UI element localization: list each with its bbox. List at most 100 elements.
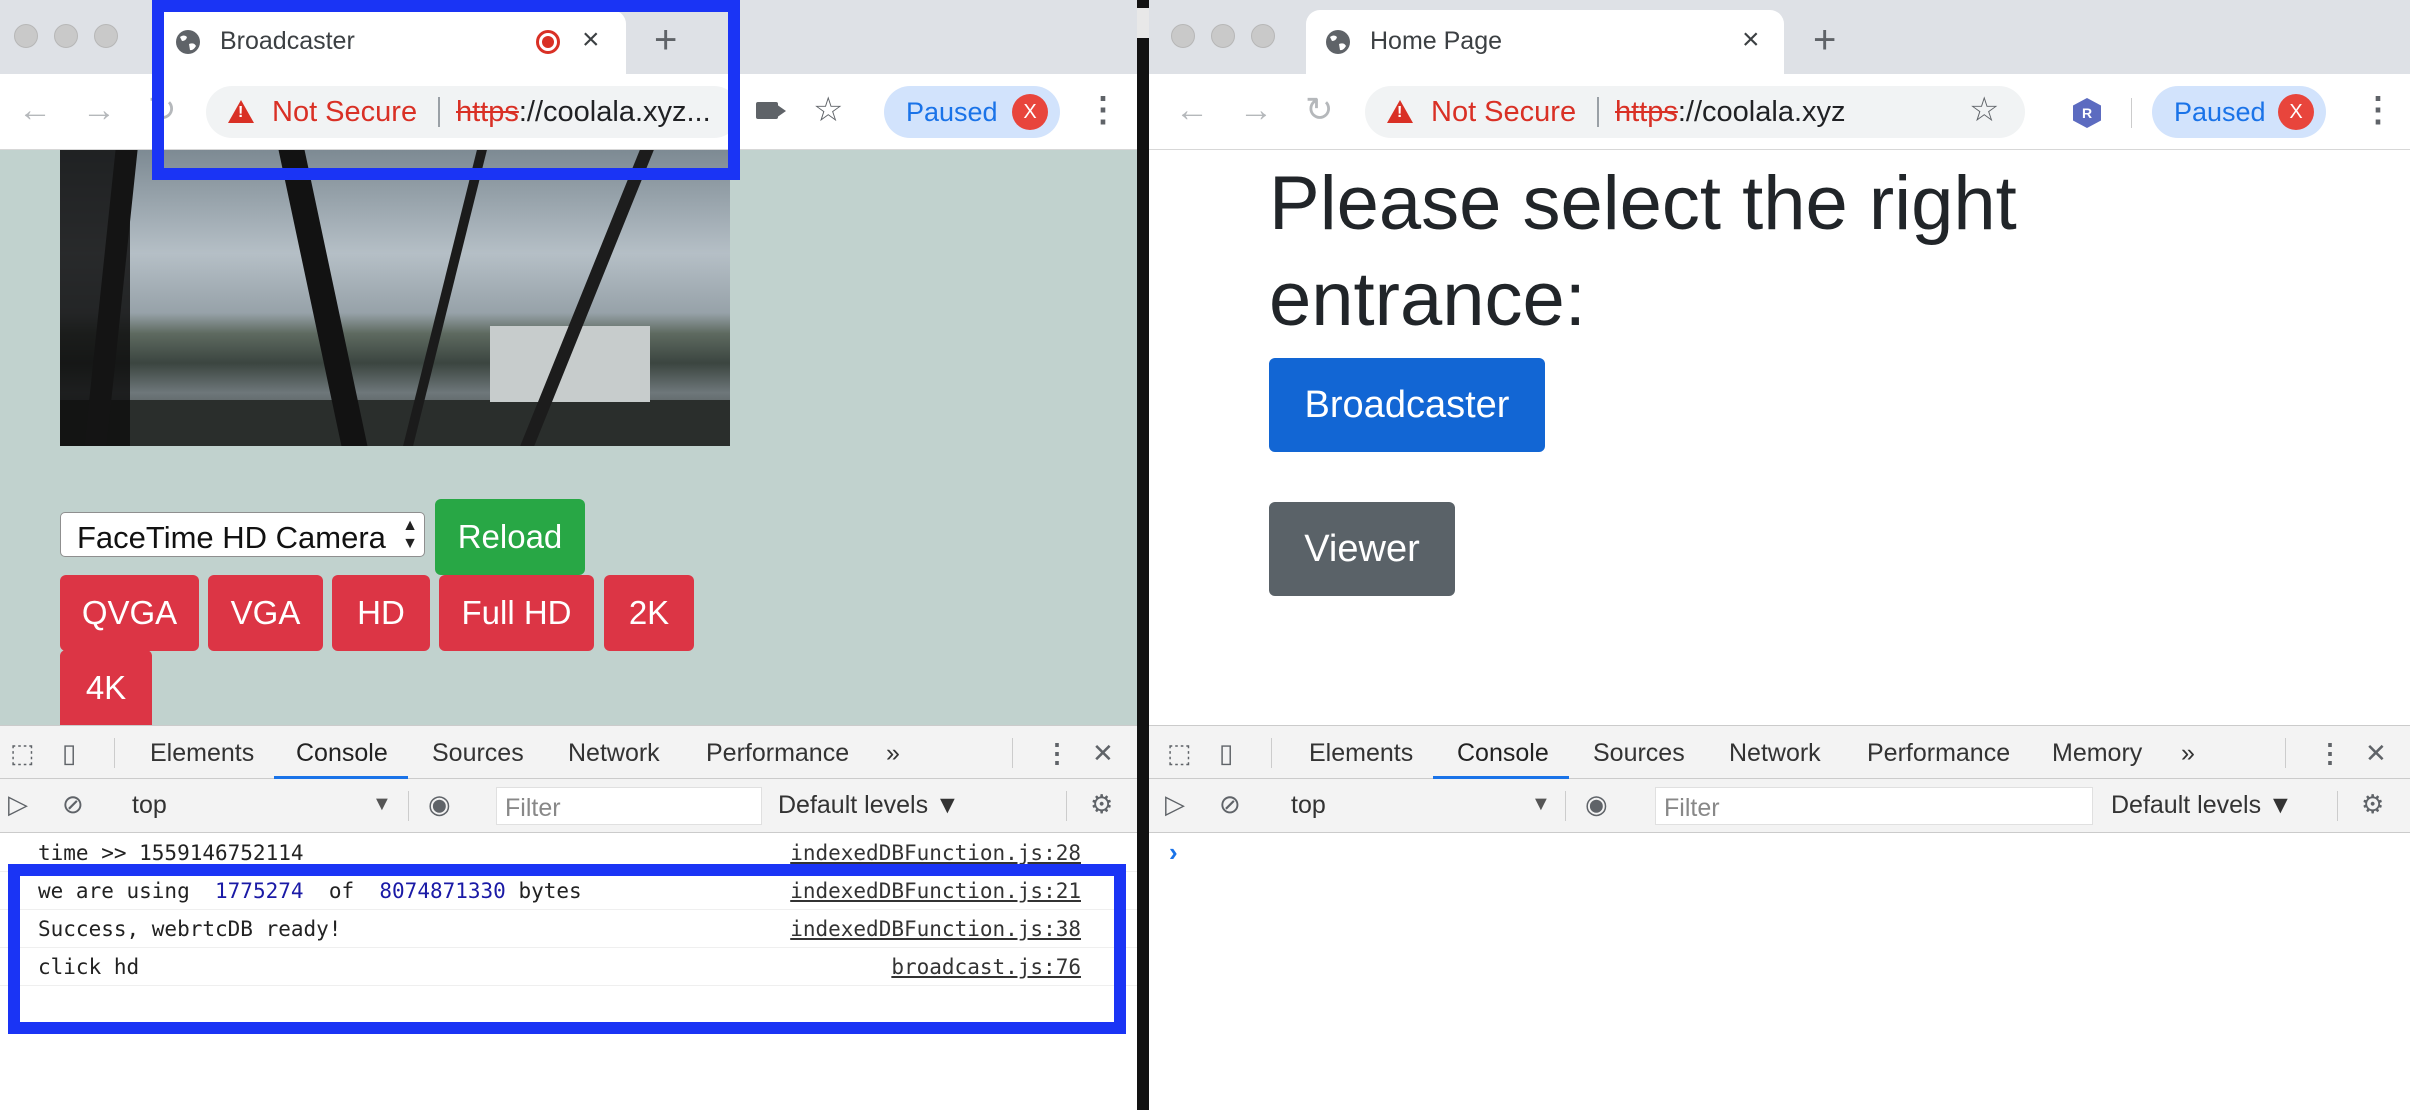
video-floor bbox=[60, 400, 730, 446]
devtools-separator bbox=[1012, 738, 1013, 768]
devtools-separator bbox=[2337, 791, 2338, 821]
tab-close-icon[interactable]: × bbox=[1742, 22, 1760, 58]
devtools-separator bbox=[2285, 738, 2286, 768]
highlight-box-tab-url bbox=[152, 0, 740, 180]
profile-paused-button[interactable]: Paused X bbox=[884, 86, 1060, 138]
console-filter-input[interactable]: Filter bbox=[496, 787, 762, 825]
sidebar-toggle-icon[interactable]: ▷ bbox=[8, 789, 28, 819]
device-toolbar-icon[interactable]: ▯ bbox=[62, 738, 76, 768]
forward-button[interactable]: → bbox=[82, 92, 116, 128]
home-page: Please select the right entrance: Broadc… bbox=[1149, 150, 2410, 725]
tab-sources[interactable]: Sources bbox=[1593, 739, 1685, 768]
reload-button[interactable]: Reload bbox=[435, 499, 585, 575]
devtools-menu-icon[interactable]: ⋮ bbox=[2317, 738, 2343, 768]
broadcaster-button[interactable]: Broadcaster bbox=[1269, 358, 1545, 452]
paused-label: Paused bbox=[2174, 97, 2266, 127]
url-scheme: https bbox=[1615, 96, 1678, 128]
window-divider bbox=[1137, 0, 1149, 1110]
address-separator bbox=[1597, 97, 1599, 127]
clear-console-icon[interactable]: ⊘ bbox=[1219, 789, 1241, 819]
console-filter-input[interactable]: Filter bbox=[1655, 787, 2093, 825]
devtools-tab-bar: ⬚ ▯ Elements Console Sources Network Per… bbox=[1149, 725, 2410, 779]
paused-label: Paused bbox=[906, 97, 998, 127]
browser-menu-icon[interactable]: ⋮ bbox=[1086, 90, 1120, 130]
full-hd-button[interactable]: Full HD bbox=[439, 575, 594, 651]
clear-console-icon[interactable]: ⊘ bbox=[62, 789, 84, 819]
maximize-window-button[interactable] bbox=[1251, 24, 1275, 48]
devtools-close-icon[interactable]: ✕ bbox=[2365, 738, 2387, 768]
log-levels-select[interactable]: Default levels ▼ bbox=[778, 791, 960, 820]
tab-performance[interactable]: Performance bbox=[706, 739, 849, 768]
tab-console[interactable]: Console bbox=[1457, 739, 1549, 768]
inspect-element-icon[interactable]: ⬚ bbox=[10, 738, 35, 768]
camera-select-value: FaceTime HD Camera bbox=[77, 520, 386, 555]
maximize-window-button[interactable] bbox=[94, 24, 118, 48]
tab-network[interactable]: Network bbox=[568, 739, 660, 768]
tab-home-page[interactable]: Home Page × bbox=[1306, 10, 1784, 74]
log-source-link[interactable]: indexedDBFunction.js:28 bbox=[790, 841, 1081, 865]
browser-toolbar: ← → ↻ Not Secure https://coolala.xyz ☆ R… bbox=[1149, 74, 2410, 150]
back-button[interactable]: ← bbox=[18, 92, 52, 128]
toolbar-separator bbox=[2131, 98, 2132, 128]
camera-select[interactable]: FaceTime HD Camera ▲ ▼ bbox=[60, 512, 425, 557]
tab-elements[interactable]: Elements bbox=[1309, 739, 1413, 768]
console-settings-gear-icon[interactable]: ⚙ bbox=[2361, 789, 2384, 819]
console-prompt-icon[interactable]: › bbox=[1169, 837, 1178, 868]
minimize-window-button[interactable] bbox=[54, 24, 78, 48]
reload-page-button[interactable]: ↻ bbox=[1305, 92, 1334, 128]
devtools-separator bbox=[1271, 738, 1272, 768]
tab-console[interactable]: Console bbox=[296, 739, 388, 768]
context-select[interactable]: top bbox=[1291, 791, 1326, 820]
filter-placeholder: Filter bbox=[505, 794, 561, 822]
vga-button[interactable]: VGA bbox=[208, 575, 323, 651]
tab-performance[interactable]: Performance bbox=[1867, 739, 2010, 768]
console-settings-gear-icon[interactable]: ⚙ bbox=[1090, 789, 1113, 819]
camera-icon[interactable] bbox=[756, 102, 778, 119]
avatar: X bbox=[2278, 94, 2314, 130]
console-toolbar: ▷ ⊘ top ▼ ◉ Filter Default levels ▼ ⚙ bbox=[1149, 779, 2410, 833]
chevron-down-icon: ▼ bbox=[372, 793, 392, 815]
tab-memory[interactable]: Memory bbox=[2052, 739, 2142, 768]
select-arrows-icon: ▲ ▼ bbox=[402, 517, 418, 552]
inspect-element-icon[interactable]: ⬚ bbox=[1167, 738, 1192, 768]
tab-network[interactable]: Network bbox=[1729, 739, 1821, 768]
more-tabs-button[interactable]: » bbox=[2181, 739, 2195, 768]
profile-paused-button[interactable]: Paused X bbox=[2152, 86, 2326, 138]
bookmark-star-icon[interactable]: ☆ bbox=[813, 90, 843, 130]
device-toolbar-icon[interactable]: ▯ bbox=[1219, 738, 1233, 768]
log-levels-select[interactable]: Default levels ▼ bbox=[2111, 791, 2293, 820]
context-select[interactable]: top bbox=[132, 791, 167, 820]
2k-button[interactable]: 2K bbox=[604, 575, 694, 651]
eye-icon[interactable]: ◉ bbox=[428, 789, 451, 819]
eye-icon[interactable]: ◉ bbox=[1585, 789, 1608, 819]
address-bar[interactable]: Not Secure https://coolala.xyz ☆ bbox=[1365, 86, 2025, 138]
qvga-button[interactable]: QVGA bbox=[60, 575, 199, 651]
tab-elements[interactable]: Elements bbox=[150, 739, 254, 768]
url-text: https://coolala.xyz bbox=[1615, 96, 1846, 129]
devtools-separator bbox=[1066, 791, 1067, 821]
sidebar-toggle-icon[interactable]: ▷ bbox=[1165, 789, 1185, 819]
page-title: Please select the right entrance: bbox=[1269, 161, 2017, 342]
devtools-tab-bar: ⬚ ▯ Elements Console Sources Network Per… bbox=[0, 725, 1137, 779]
devtools-separator bbox=[114, 738, 115, 768]
hd-button[interactable]: HD bbox=[332, 575, 430, 651]
extension-icon[interactable]: R bbox=[2073, 98, 2101, 128]
viewer-button[interactable]: Viewer bbox=[1269, 502, 1455, 596]
more-tabs-button[interactable]: » bbox=[886, 739, 900, 768]
new-tab-button[interactable]: + bbox=[1813, 14, 1836, 66]
4k-button[interactable]: 4K bbox=[60, 650, 152, 725]
back-button[interactable]: ← bbox=[1175, 92, 1209, 128]
browser-menu-icon[interactable]: ⋮ bbox=[2361, 90, 2395, 130]
devtools-close-icon[interactable]: ✕ bbox=[1092, 738, 1114, 768]
forward-button[interactable]: → bbox=[1239, 92, 1273, 128]
title-bar: Home Page × + bbox=[1149, 0, 2410, 74]
close-window-button[interactable] bbox=[14, 24, 38, 48]
tab-sources[interactable]: Sources bbox=[432, 739, 524, 768]
devtools-menu-icon[interactable]: ⋮ bbox=[1044, 738, 1070, 768]
bookmark-star-icon[interactable]: ☆ bbox=[1969, 90, 1999, 130]
close-window-button[interactable] bbox=[1171, 24, 1195, 48]
not-secure-label: Not Secure bbox=[1431, 96, 1577, 128]
log-message: time >> 1559146752114 bbox=[38, 841, 304, 865]
devtools-panel: ⬚ ▯ Elements Console Sources Network Per… bbox=[1149, 725, 2410, 1110]
minimize-window-button[interactable] bbox=[1211, 24, 1235, 48]
